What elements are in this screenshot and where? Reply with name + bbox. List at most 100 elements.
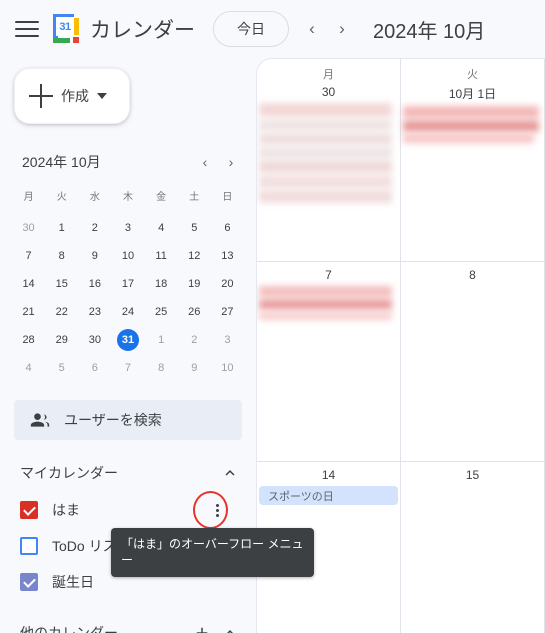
day-number[interactable]: 8: [401, 268, 544, 282]
mini-calendar-day[interactable]: 13: [211, 242, 244, 270]
mini-calendar-day-selected[interactable]: 31: [111, 326, 144, 354]
redacted-event[interactable]: [259, 312, 393, 320]
day-cell[interactable]: 15: [401, 462, 545, 633]
mini-calendar-day[interactable]: 5: [45, 354, 78, 382]
previous-period-button[interactable]: ‹: [297, 14, 327, 44]
mini-calendar-day-number: 6: [91, 362, 98, 374]
redacted-event[interactable]: [259, 119, 393, 131]
mini-calendar-day[interactable]: 9: [178, 354, 211, 382]
day-cell[interactable]: 8: [401, 262, 545, 461]
calendar-checkbox[interactable]: [20, 573, 38, 591]
redacted-event[interactable]: [403, 120, 540, 132]
mini-calendar-day[interactable]: 3: [111, 214, 144, 242]
mini-calendar-day[interactable]: 5: [178, 214, 211, 242]
redacted-event[interactable]: [403, 134, 534, 143]
create-button[interactable]: 作成: [14, 68, 130, 124]
day-cell[interactable]: 7: [257, 262, 401, 461]
mini-calendar-day[interactable]: 20: [211, 270, 244, 298]
mini-calendar-day[interactable]: 14: [12, 270, 45, 298]
mini-calendar-day[interactable]: 15: [45, 270, 78, 298]
mini-calendar-day[interactable]: 30: [78, 326, 111, 354]
collapse-other-calendars-button[interactable]: [216, 619, 244, 633]
mini-calendar-day[interactable]: 30: [12, 214, 45, 242]
redacted-event[interactable]: [259, 190, 393, 203]
app-title: カレンダー: [90, 19, 195, 42]
mini-calendar-day-number: 14: [22, 278, 35, 290]
today-button[interactable]: 今日: [213, 11, 289, 47]
mini-calendar-day[interactable]: 24: [111, 298, 144, 326]
day-number[interactable]: 30: [257, 85, 400, 99]
mini-calendar-day[interactable]: 6: [211, 214, 244, 242]
mini-calendar-day[interactable]: 26: [178, 298, 211, 326]
mini-calendar-day[interactable]: 17: [111, 270, 144, 298]
day-number[interactable]: 10月 1日: [401, 85, 544, 102]
mini-calendar-day[interactable]: 1: [45, 214, 78, 242]
mini-calendar-day[interactable]: 2: [178, 326, 211, 354]
mini-calendar-day-number: 21: [22, 306, 35, 318]
mini-calendar-day[interactable]: 2: [78, 214, 111, 242]
mini-calendar-day[interactable]: 10: [211, 354, 244, 382]
mini-calendar-day[interactable]: 7: [12, 242, 45, 270]
mini-calendar-day-number: 2: [91, 222, 98, 234]
day-cell[interactable]: 火 10月 1日: [401, 59, 545, 261]
mini-calendar-day[interactable]: 12: [178, 242, 211, 270]
redacted-event[interactable]: [259, 286, 393, 297]
more-vert-icon[interactable]: [204, 497, 230, 523]
mini-calendar-day[interactable]: 27: [211, 298, 244, 326]
mini-calendar-day[interactable]: 25: [145, 298, 178, 326]
mini-calendar-day[interactable]: 4: [12, 354, 45, 382]
chevron-up-icon[interactable]: [216, 459, 244, 487]
mini-calendar-day[interactable]: 10: [111, 242, 144, 270]
redacted-event[interactable]: [259, 103, 393, 117]
hamburger-menu-icon[interactable]: [14, 19, 40, 39]
search-users-button[interactable]: ユーザーを検索: [14, 400, 242, 440]
mini-calendar-day[interactable]: 8: [45, 242, 78, 270]
mini-calendar-day[interactable]: 11: [145, 242, 178, 270]
redacted-event[interactable]: [259, 133, 393, 145]
day-number[interactable]: 7: [257, 268, 400, 282]
day-number[interactable]: 15: [401, 468, 544, 482]
mini-calendar-day[interactable]: 28: [12, 326, 45, 354]
redacted-event[interactable]: [259, 299, 393, 310]
mini-calendar-day[interactable]: 1: [145, 326, 178, 354]
mini-calendar-day[interactable]: 16: [78, 270, 111, 298]
calendar-checkbox[interactable]: [20, 537, 38, 555]
mini-calendar-day[interactable]: 4: [145, 214, 178, 242]
mini-calendar-day[interactable]: 8: [145, 354, 178, 382]
redacted-event[interactable]: [259, 147, 393, 158]
redacted-event[interactable]: [259, 160, 393, 173]
day-events: [401, 106, 544, 143]
add-other-calendar-button[interactable]: [188, 619, 216, 633]
event-chip[interactable]: スポーツの日: [259, 486, 398, 505]
day-of-week-label: 火: [467, 69, 478, 81]
calendar-list-item[interactable]: はま: [0, 492, 256, 528]
mini-calendar-day[interactable]: 3: [211, 326, 244, 354]
mini-calendar-day[interactable]: 29: [45, 326, 78, 354]
mini-calendar-day-number: 5: [58, 362, 65, 374]
mini-calendar-day[interactable]: 23: [78, 298, 111, 326]
day-cell[interactable]: 月 30: [257, 59, 401, 261]
mini-calendar-prev-button[interactable]: ‹: [192, 149, 218, 175]
mini-calendar-weekday-4: 金: [156, 191, 167, 203]
my-calendars-section-header[interactable]: マイカレンダー: [0, 454, 256, 492]
mini-calendar-day[interactable]: 7: [111, 354, 144, 382]
next-period-button[interactable]: ›: [327, 14, 357, 44]
mini-calendar-day[interactable]: 18: [145, 270, 178, 298]
mini-calendar-next-button[interactable]: ›: [218, 149, 244, 175]
mini-calendar-day-number: 6: [224, 222, 231, 234]
day-number[interactable]: 14: [257, 468, 400, 482]
mini-calendar-day-number: 22: [55, 306, 68, 318]
redacted-event[interactable]: [403, 106, 540, 118]
mini-calendar-day[interactable]: 19: [178, 270, 211, 298]
mini-calendar-day-number: 16: [88, 278, 101, 290]
google-calendar-logo-icon: 31: [50, 14, 80, 44]
mini-calendar-day[interactable]: 6: [78, 354, 111, 382]
mini-calendar-day[interactable]: 21: [12, 298, 45, 326]
other-calendars-section-header[interactable]: 他のカレンダー: [0, 614, 256, 633]
calendar-app: 31 カレンダー 今日 ‹ › 2024年 10月 作成 2024年 10月 ‹…: [0, 0, 545, 633]
mini-calendar-day[interactable]: 22: [45, 298, 78, 326]
mini-calendar-header: 2024年 10月 ‹ ›: [12, 148, 244, 176]
calendar-checkbox[interactable]: [20, 501, 38, 519]
redacted-event[interactable]: [259, 175, 393, 188]
mini-calendar-day[interactable]: 9: [78, 242, 111, 270]
